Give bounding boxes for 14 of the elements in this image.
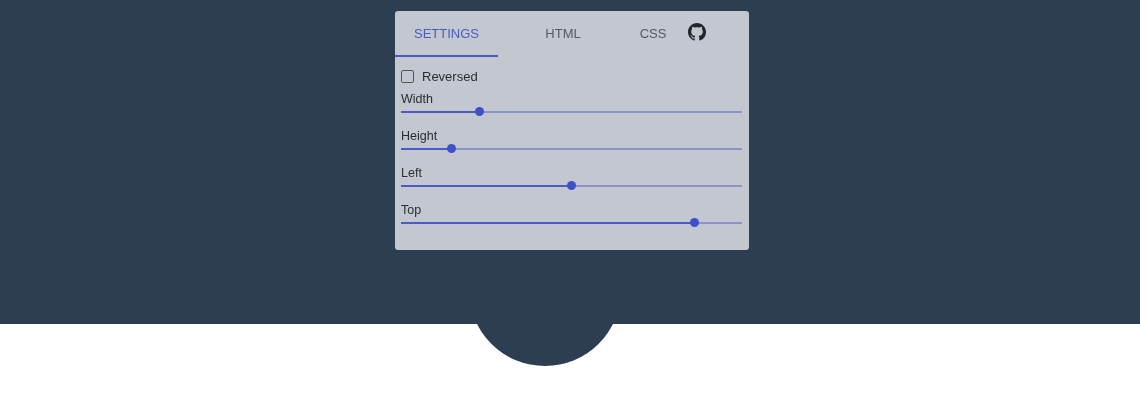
slider-thumb[interactable] [474, 107, 484, 116]
tab[interactable]: CSS [628, 11, 678, 57]
slider-label: Height [401, 129, 439, 145]
slider-thumb[interactable] [689, 218, 699, 227]
slider-thumb[interactable] [567, 181, 576, 190]
tab[interactable]: HTML [498, 11, 628, 57]
slider-label: Width [401, 92, 434, 108]
slider-label: Left [401, 166, 423, 182]
slider-thumb[interactable] [446, 144, 456, 153]
github-icon[interactable] [688, 23, 706, 41]
slider-label: Top [401, 203, 423, 219]
checkbox[interactable] [401, 70, 414, 83]
tab[interactable]: SETTINGS [395, 11, 498, 57]
checkbox-label: Reversed [422, 69, 478, 84]
